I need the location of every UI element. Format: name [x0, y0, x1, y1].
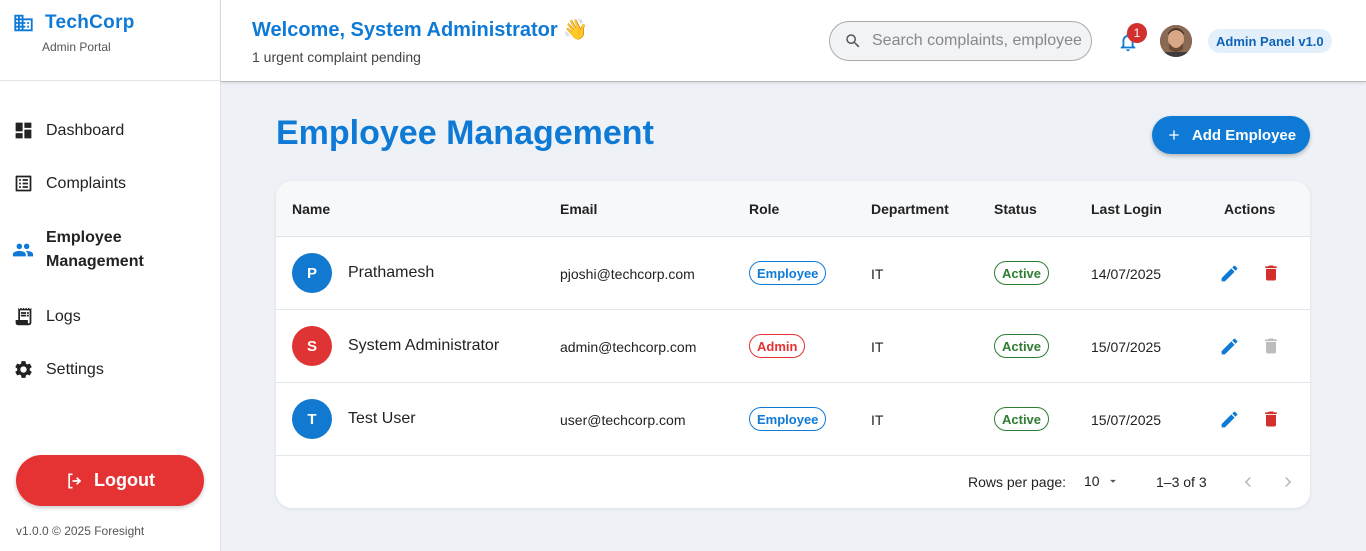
sidebar-item-complaints[interactable]: Complaints [0, 157, 220, 210]
sidebar-nav: Dashboard Complaints Employee Management… [0, 104, 220, 396]
edit-icon[interactable] [1218, 408, 1240, 430]
building-icon [12, 12, 35, 34]
logout-icon [65, 471, 85, 491]
status-badge: Active [994, 334, 1050, 358]
rows-per-page-value: 10 [1084, 473, 1100, 489]
sidebar-item-label: Dashboard [46, 121, 125, 139]
avatar: T [292, 399, 332, 439]
column-header-status[interactable]: Status [994, 201, 1037, 217]
logout-button[interactable]: Logout [16, 455, 204, 506]
edit-icon[interactable] [1218, 335, 1240, 357]
avatar: P [292, 253, 332, 293]
employee-name: Test User [348, 410, 416, 427]
last-login: 15/07/2025 [1091, 412, 1162, 428]
brand-name: TechCorp [45, 12, 135, 33]
column-header-email[interactable]: Email [560, 201, 597, 217]
admin-panel-badge: Admin Panel v1.0 [1208, 29, 1332, 53]
rows-per-page-label: Rows per page: [968, 474, 1067, 490]
list-icon [12, 173, 34, 195]
caret-down-icon [1106, 474, 1120, 488]
chevron-right-icon[interactable] [1277, 471, 1299, 493]
employee-email: user@techcorp.com [560, 412, 686, 428]
sidebar-item-logs[interactable]: Logs [0, 290, 220, 343]
search-box [829, 21, 1092, 61]
column-header-role[interactable]: Role [749, 201, 779, 217]
role-badge: Admin [749, 334, 806, 358]
table-row: S System Administrator admin@techcorp.co… [276, 310, 1310, 383]
delete-icon[interactable] [1260, 262, 1282, 284]
delete-icon[interactable] [1260, 408, 1282, 430]
brand-header: TechCorp Admin Portal [0, 0, 220, 81]
sidebar: TechCorp Admin Portal Dashboard Complain… [0, 0, 221, 551]
people-icon [12, 239, 34, 261]
status-badge: Active [994, 261, 1050, 285]
add-employee-button[interactable]: Add Employee [1152, 116, 1310, 154]
sidebar-item-settings[interactable]: Settings [0, 343, 220, 396]
dashboard-icon [12, 120, 34, 142]
role-badge: Employee [749, 261, 827, 285]
table-row: P Prathamesh pjoshi@techcorp.com Employe… [276, 237, 1310, 310]
avatar: S [292, 326, 332, 366]
employee-department: IT [871, 266, 884, 282]
logout-label: Logout [94, 470, 155, 490]
last-login: 15/07/2025 [1091, 339, 1162, 355]
edit-icon[interactable] [1218, 262, 1240, 284]
sidebar-item-label: Complaints [46, 174, 127, 192]
employee-department: IT [871, 412, 884, 428]
chevron-left-icon[interactable] [1237, 471, 1259, 493]
sidebar-item-dashboard[interactable]: Dashboard [0, 104, 220, 157]
employee-name: Prathamesh [348, 264, 435, 281]
page-title: Employee Management [276, 114, 654, 152]
employee-department: IT [871, 339, 884, 355]
employee-email: admin@techcorp.com [560, 339, 697, 355]
sidebar-item-employee-management[interactable]: Employee Management [0, 210, 220, 290]
column-header-actions: Actions [1224, 201, 1276, 217]
role-badge: Employee [749, 407, 827, 431]
add-employee-label: Add Employee [1191, 126, 1297, 144]
sidebar-item-label: Employee Management [46, 229, 144, 270]
employee-email: pjoshi@techcorp.com [560, 266, 695, 282]
plus-icon [1166, 127, 1182, 143]
column-header-department[interactable]: Department [871, 201, 949, 217]
column-header-name[interactable]: Name [292, 201, 330, 217]
employee-table-card: Name Email Role Department Status Last L… [276, 181, 1310, 508]
brand-subtitle: Admin Portal [42, 40, 111, 54]
sidebar-item-label: Logs [46, 307, 81, 325]
urgent-complaints-note: 1 urgent complaint pending [252, 49, 421, 65]
search-input[interactable] [872, 32, 1082, 50]
rows-per-page-select[interactable]: 10 [1084, 473, 1120, 489]
user-avatar[interactable] [1160, 25, 1192, 57]
delete-icon [1260, 335, 1282, 357]
status-badge: Active [994, 407, 1050, 431]
sidebar-item-label: Settings [46, 360, 104, 378]
last-login: 14/07/2025 [1091, 266, 1162, 282]
welcome-heading: Welcome, System Administrator 👋 [252, 19, 589, 41]
version-footer: v1.0.0 © 2025 Foresight [16, 524, 145, 538]
table-row: T Test User user@techcorp.com Employee I… [276, 383, 1310, 456]
column-header-last-login[interactable]: Last Login [1091, 201, 1162, 217]
pagination-range: 1–3 of 3 [1156, 474, 1207, 490]
gear-icon [12, 359, 34, 381]
employee-name: System Administrator [348, 337, 500, 354]
receipt-icon [12, 306, 34, 328]
top-bar: Welcome, System Administrator 👋 1 urgent… [221, 0, 1366, 82]
notification-badge: 1 [1127, 23, 1147, 43]
table-header: Name Email Role Department Status Last L… [276, 181, 1310, 237]
search-icon [844, 32, 862, 50]
